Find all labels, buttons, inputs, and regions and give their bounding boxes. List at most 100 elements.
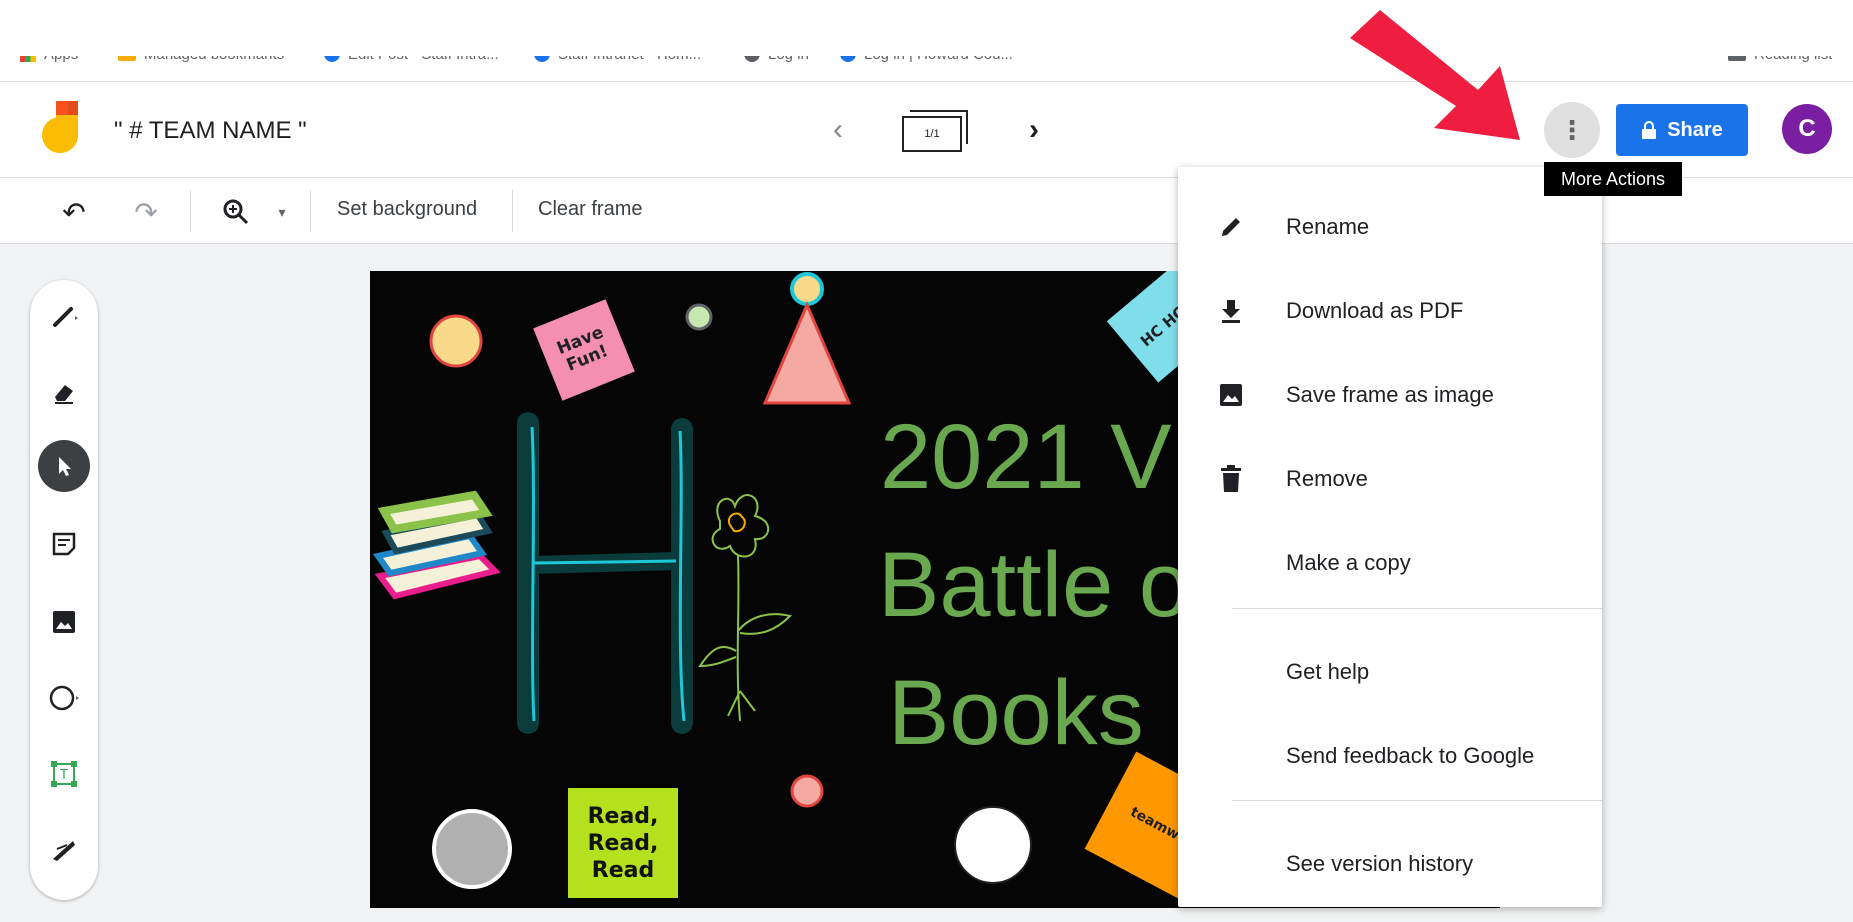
redo-button[interactable]: ↷ [126,192,166,232]
toolbar-divider [512,190,513,232]
document-title[interactable]: " # TEAM NAME " [114,117,307,145]
bookmark-label: Log in | Howard Cou... [864,45,1013,63]
clear-frame-button[interactable]: Clear frame [538,198,642,221]
pink-dot [790,774,824,808]
triangle-top-dot [790,272,824,306]
menu-item-rename[interactable]: Rename [1178,197,1602,257]
bookmark-label: Reading list [1754,45,1833,63]
menu-item-send-feedback[interactable]: Send feedback to Google [1178,726,1602,786]
apps-icon [20,56,36,62]
cursor-icon [59,457,71,476]
frame-bar-toggle[interactable]: 1/1 [898,106,970,156]
bookmark-login-howard[interactable]: Log in | Howard Cou... [840,45,1013,64]
headline-line-2[interactable]: Battle o [878,533,1190,638]
headline-line-3[interactable]: Books [888,661,1144,766]
more-actions-menu: Rename Download as PDF Save frame as ima… [1178,167,1602,907]
bookmark-edit-post[interactable]: Edit Post · Staff Intra... [324,45,499,64]
headline-line-1[interactable]: 2021 V [880,405,1172,510]
zoom-dropdown[interactable]: ▾ [262,192,302,232]
laser-tool[interactable] [40,826,88,874]
zoom-button[interactable] [216,192,256,232]
shape-tool[interactable] [40,674,88,722]
add-image-tool[interactable] [40,598,88,646]
image-icon [1216,380,1246,410]
yellow-circle [429,314,483,368]
circle-shape-icon [49,685,79,711]
green-dot [685,303,713,331]
account-avatar[interactable]: C [1782,104,1832,154]
more-vert-icon: ⋮ [1559,114,1585,145]
bookmark-reading-list[interactable]: Reading list [1728,45,1833,64]
jamboard-logo-icon [42,101,78,153]
tool-rail: T [30,280,98,900]
menu-item-label: Get help [1286,659,1370,684]
chevron-left-icon: ‹ [833,113,843,146]
more-actions-tooltip: More Actions [1544,162,1682,196]
text-box-tool[interactable]: T [40,750,88,798]
menu-item-label: Rename [1286,214,1370,239]
site-icon [840,56,856,62]
undo-button[interactable]: ↶ [54,192,94,232]
frame-counter: 1/1 [902,116,962,152]
bookmark-apps[interactable]: Apps [20,45,79,64]
bookmark-label: Managed bookmarks [144,45,285,63]
menu-item-save-image[interactable]: Save frame as image [1178,365,1602,425]
bookmark-login[interactable]: Log in [744,45,809,64]
sticky-note-line: Read, [587,803,659,829]
menu-item-label: Make a copy [1286,550,1411,575]
menu-item-version-history[interactable]: See version history [1178,834,1602,894]
bookmark-label: Staff Intranet - Hom... [558,45,702,63]
menu-item-get-help[interactable]: Get help [1178,642,1602,702]
menu-item-download-pdf[interactable]: Download as PDF [1178,281,1602,341]
eraser-icon [55,385,73,404]
bookmark-label: Log in [768,45,809,63]
undo-icon: ↶ [62,196,86,228]
sticky-note-line: Read [591,857,655,883]
menu-divider [1232,800,1602,801]
menu-item-remove[interactable]: Remove [1178,449,1602,509]
bookmark-managed[interactable]: Managed bookmarks [118,45,285,64]
set-background-button[interactable]: Set background [337,198,477,221]
bookmark-staff-intranet[interactable]: Staff Intranet - Hom... [534,45,702,64]
bookmark-label: Edit Post · Staff Intra... [348,45,499,63]
select-tool[interactable] [38,440,90,492]
site-icon [534,56,550,62]
more-actions-button[interactable]: ⋮ [1544,102,1600,158]
menu-item-label: Send feedback to Google [1286,743,1535,768]
chevron-right-icon: › [1029,113,1039,146]
zoom-in-icon [223,199,249,225]
sticky-note-tool[interactable] [40,520,88,568]
share-button[interactable]: Share [1616,104,1748,156]
menu-item-label: Remove [1286,466,1368,491]
white-circle [954,806,1032,884]
lock-icon [1642,121,1657,139]
drawn-letter-h [517,412,693,734]
site-icon [744,56,760,62]
menu-divider [1232,608,1602,609]
share-label: Share [1667,118,1723,141]
download-icon [1216,296,1246,326]
sticky-note-icon [52,532,76,556]
laser-pointer-icon [53,841,75,861]
next-frame-button[interactable]: › [1014,110,1054,150]
menu-item-make-copy[interactable]: Make a copy [1178,533,1602,593]
pencil-icon [1216,212,1246,242]
eraser-tool[interactable] [40,368,88,416]
pen-tool[interactable] [40,292,88,340]
grey-circle [432,809,512,889]
pink-triangle [762,301,852,405]
pen-icon [53,307,78,327]
text-box-icon: T [51,761,77,787]
bookmark-label: Apps [44,45,79,63]
menu-item-label: See version history [1286,851,1474,876]
flower-center [727,512,746,533]
reading-list-icon [1728,56,1746,61]
books-sticker [372,490,501,600]
previous-frame-button[interactable]: ‹ [818,110,858,150]
folder-icon [118,56,136,61]
sticky-note-text: Have Fun! [554,322,611,376]
toolbar-divider [190,190,191,232]
menu-item-label: Save frame as image [1286,382,1494,407]
sticky-note-read[interactable]: Read, Read, Read [568,788,678,898]
svg-text:T: T [59,768,68,783]
